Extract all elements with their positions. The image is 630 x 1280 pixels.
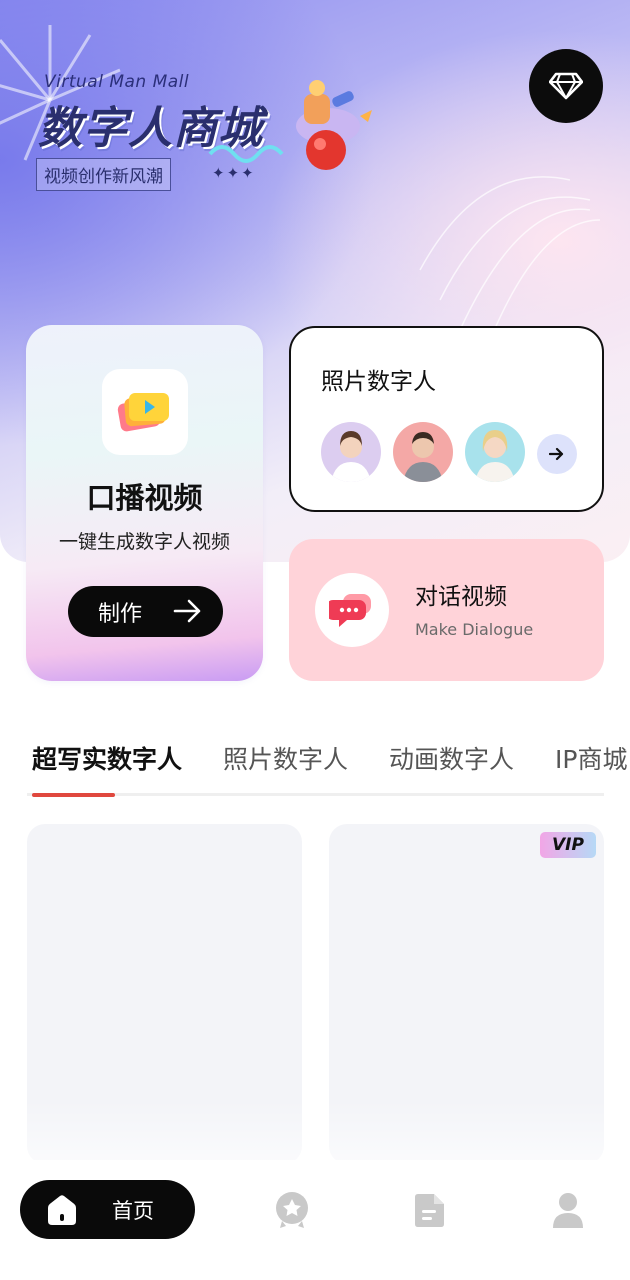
- nav-home-label: 首页: [112, 1199, 154, 1223]
- video-app-icon: [102, 369, 188, 455]
- oral-video-title: 口播视频: [86, 481, 203, 515]
- avatar[interactable]: [465, 422, 525, 482]
- nav-avatar-button[interactable]: [272, 1190, 312, 1230]
- avatar[interactable]: [321, 422, 381, 482]
- swirl-decoration: [419, 176, 600, 341]
- mascot-illustration: [208, 80, 372, 170]
- make-button[interactable]: 制作: [68, 586, 223, 637]
- vip-badge: VIP: [540, 832, 596, 858]
- vip-diamond-button[interactable]: [529, 49, 603, 123]
- nav-home-button[interactable]: 首页: [20, 1180, 195, 1239]
- photo-avatar-card[interactable]: 照片数字人: [289, 326, 604, 512]
- scroll-fade: [0, 1100, 630, 1160]
- document-icon: [415, 1194, 444, 1227]
- oral-video-card[interactable]: 口播视频 一键生成数字人视频 制作: [26, 325, 263, 681]
- avatar[interactable]: [393, 422, 453, 482]
- chat-bubble-icon: [315, 573, 389, 647]
- tab-realistic[interactable]: 超写实数字人: [32, 740, 182, 776]
- tab-animation[interactable]: 动画数字人: [389, 740, 514, 776]
- arrow-right-icon: [173, 599, 201, 623]
- category-tabs: 超写实数字人 照片数字人 动画数字人 IP商城: [0, 740, 630, 780]
- diamond-icon: [549, 72, 583, 100]
- bottom-navigation: 首页: [0, 1160, 630, 1280]
- tab-photo[interactable]: 照片数字人: [223, 740, 348, 776]
- nav-profile-button[interactable]: [548, 1190, 588, 1230]
- dialogue-video-card[interactable]: 对话视频 Make Dialogue: [289, 539, 604, 681]
- home-icon: [48, 1195, 76, 1225]
- make-button-label: 制作: [98, 601, 143, 627]
- photo-avatar-title: 照片数字人: [321, 369, 436, 395]
- user-icon: [553, 1193, 583, 1228]
- active-tab-indicator: [32, 793, 115, 797]
- badge-star-icon: [276, 1192, 308, 1228]
- tab-ip-mall[interactable]: IP商城: [555, 740, 627, 776]
- dialogue-video-subtitle: Make Dialogue: [415, 620, 534, 639]
- nav-works-button[interactable]: [410, 1190, 450, 1230]
- more-avatars-button[interactable]: [537, 434, 577, 474]
- logo-tagline: 视频创作新风潮: [36, 158, 171, 191]
- dialogue-video-title: 对话视频: [415, 584, 507, 610]
- arrow-right-icon: [549, 447, 564, 461]
- oral-video-subtitle: 一键生成数字人视频: [58, 531, 230, 553]
- logo-english-text: Virtual Man Mall: [44, 72, 190, 92]
